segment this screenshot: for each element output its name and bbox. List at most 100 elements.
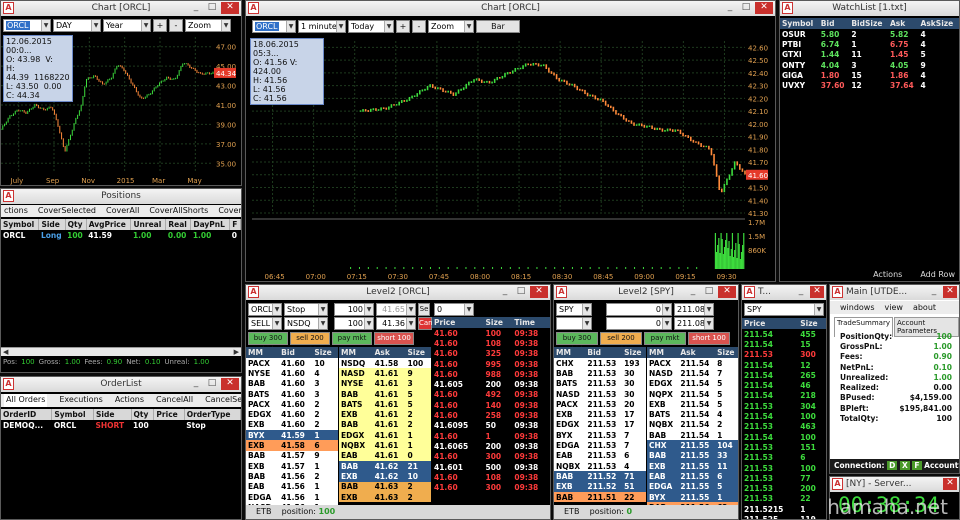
level2-row[interactable]: BYX 211.53 7 — [554, 430, 646, 441]
level2-row[interactable]: BYX 41.59 1 — [246, 430, 338, 441]
maximize-icon[interactable]: □ — [205, 378, 219, 390]
route-select[interactable]: NSDQ ▼ — [284, 316, 328, 330]
col-mm[interactable]: MM — [246, 347, 280, 358]
level2-row[interactable]: NQBX 211.53 4 — [554, 460, 646, 472]
tab-all-orders[interactable]: All Orders — [4, 394, 48, 407]
table-row[interactable]: 41.60 100 09:38 — [432, 328, 550, 338]
col-bid[interactable]: Bid — [279, 347, 313, 358]
col-avgprice[interactable]: AvgPrice — [86, 219, 132, 230]
maximize-icon[interactable]: □ — [514, 286, 528, 298]
minimize-icon[interactable]: _ — [498, 286, 512, 298]
level2-row[interactable]: BAB 211.52 71 — [554, 471, 646, 482]
table-row[interactable]: 41.6095 50 09:38 — [432, 421, 550, 431]
col-price[interactable]: Price — [742, 318, 799, 329]
menu-view[interactable]: view — [885, 301, 903, 314]
sell-200-mkt-button[interactable]: sell 200 mkt — [600, 331, 642, 353]
quantity2-input[interactable]: 0 ▼ — [606, 316, 672, 330]
col-side[interactable]: Side — [38, 219, 66, 230]
table-row[interactable]: 211.53 22 — [742, 494, 826, 504]
level2-row[interactable]: EXB 211.52 51 — [554, 481, 646, 492]
level2-row[interactable]: PACX 41.60 10 — [246, 358, 338, 369]
maximize-icon[interactable]: □ — [702, 286, 716, 298]
period-select[interactable]: DAY ▼ — [53, 18, 101, 32]
level2-row[interactable]: BAB 41.56 2 — [246, 471, 338, 482]
table-row[interactable]: 41.60 108 09:38 — [432, 472, 550, 482]
table-row[interactable]: 211.54 12 — [742, 360, 826, 370]
add-row-button[interactable]: Add Row — [920, 270, 955, 279]
close-icon[interactable]: ✕ — [943, 286, 957, 298]
table-row[interactable]: 41.6065 200 09:38 — [432, 441, 550, 451]
col-asksize[interactable]: AskSize — [918, 18, 959, 29]
level2-row[interactable]: EDGX 211.54 5 — [647, 378, 738, 389]
table-row[interactable]: 211.53 100 — [742, 463, 826, 473]
zoom-out-button[interactable]: - — [169, 18, 183, 32]
tab-executions[interactable]: Executions — [59, 394, 102, 407]
level2-row[interactable]: BAB 41.60 3 — [246, 378, 338, 389]
table-row[interactable]: 211.53 151 — [742, 442, 826, 452]
col-ordertype[interactable]: OrderType — [184, 409, 241, 420]
close-icon[interactable]: ✕ — [810, 286, 824, 298]
col-size[interactable]: Size — [312, 347, 338, 358]
col-mm[interactable]: MM — [339, 347, 373, 358]
table-row[interactable]: 41.60 988 09:38 — [432, 369, 550, 379]
table-row[interactable]: 211.54 46 — [742, 380, 826, 390]
table-row[interactable]: 41.605 200 09:38 — [432, 379, 550, 389]
col-symbol[interactable]: Symbol — [1, 219, 40, 230]
symbol-select[interactable]: SPY ▼ — [556, 302, 592, 316]
level2-row[interactable]: BAB 41.62 21 — [339, 460, 431, 472]
symbol-select[interactable]: ORCL ▼ — [248, 302, 282, 316]
table-row[interactable]: 41.60 325 09:38 — [432, 349, 550, 359]
level2-row[interactable]: BATS 41.61 5 — [339, 399, 431, 410]
table-row[interactable]: ONTY 4.04 3 4.05 9 — [780, 60, 959, 70]
level2-row[interactable]: EXB 211.53 17 — [554, 409, 646, 420]
level2-row[interactable]: NQBX 211.54 2 — [647, 419, 738, 431]
chart-type-button[interactable]: Bar — [476, 19, 520, 33]
level2-row[interactable]: EXB 41.57 1 — [246, 460, 338, 472]
menu-actions[interactable]: Actions — [115, 394, 144, 407]
minimize-icon[interactable]: _ — [927, 286, 941, 298]
close-icon[interactable]: ✕ — [755, 2, 773, 14]
menu-cancel-selected[interactable]: CancelSelected — [205, 394, 241, 407]
level2-row[interactable]: EXB 41.61 2 — [339, 409, 431, 420]
table-row[interactable]: 41.60 995 09:38 — [432, 359, 550, 369]
table-row[interactable]: ORCL Long 100 41.59 1.00 0.00 1.00 0 — [1, 230, 241, 240]
time-sales-titlebar[interactable]: A T... _ ✕ — [742, 285, 826, 300]
level2-row[interactable]: EDGX 41.60 2 — [246, 409, 338, 420]
level2-row[interactable]: NASD 211.54 7 — [647, 368, 738, 379]
minimize-icon[interactable]: _ — [686, 286, 700, 298]
chart-intraday-titlebar[interactable]: A Chart [ORCL] _ □ ✕ — [246, 1, 775, 16]
col-qty[interactable]: Qty — [131, 409, 155, 420]
level2-row[interactable]: NQBX 41.61 1 — [339, 440, 431, 451]
col-time[interactable]: Time — [512, 317, 550, 328]
level2-row[interactable]: NYSE 41.60 4 — [246, 368, 338, 379]
level2-row[interactable]: EDGA 41.56 1 — [246, 491, 338, 503]
level2-row[interactable]: PACX 211.54 8 — [647, 358, 738, 369]
level2-row[interactable]: BATS 211.54 4 — [647, 409, 738, 420]
col-symbol[interactable]: Symbol — [51, 409, 94, 420]
close-icon[interactable]: ✕ — [530, 286, 548, 298]
table-row[interactable]: 211.53 6 — [742, 453, 826, 463]
zoom-in-button[interactable]: + — [396, 19, 410, 33]
table-row[interactable]: 41.60 258 09:38 — [432, 410, 550, 420]
level2-row[interactable]: BAB 211.51 22 — [554, 491, 646, 503]
col-ask[interactable]: Ask — [887, 18, 919, 29]
close-icon[interactable]: ✕ — [718, 286, 736, 298]
quantity-input[interactable]: 0 ▼ — [606, 302, 672, 316]
quantity2-input[interactable]: 100 ▼ — [334, 316, 374, 330]
symbol-select[interactable]: ORCL ▼ — [3, 18, 51, 32]
interval-select[interactable]: 1 minute ▼ — [298, 19, 346, 33]
col-size[interactable]: Size — [715, 347, 738, 358]
horizontal-scrollbar[interactable]: ◀ ▶ — [1, 347, 241, 356]
table-row[interactable]: 211.54 218 — [742, 391, 826, 401]
level2-row[interactable]: EXB 41.63 2 — [339, 491, 431, 503]
menu-about[interactable]: about — [913, 301, 936, 314]
table-row[interactable]: PTBI 6.74 1 6.75 4 — [780, 39, 959, 49]
level2-row[interactable]: EAB 211.53 6 — [554, 450, 646, 461]
level2-row[interactable]: PACX 41.60 2 — [246, 399, 338, 410]
table-row[interactable]: OSUR 5.80 2 5.82 4 — [780, 29, 959, 39]
level2-row[interactable]: BATS 211.53 30 — [554, 378, 646, 389]
level2-row[interactable]: CHX 211.55 104 — [647, 440, 738, 451]
table-row[interactable]: 41.60 108 09:38 — [432, 338, 550, 348]
table-row[interactable]: GIGA 1.80 15 1.86 4 — [780, 70, 959, 80]
table-row[interactable]: 211.53 463 — [742, 422, 826, 432]
